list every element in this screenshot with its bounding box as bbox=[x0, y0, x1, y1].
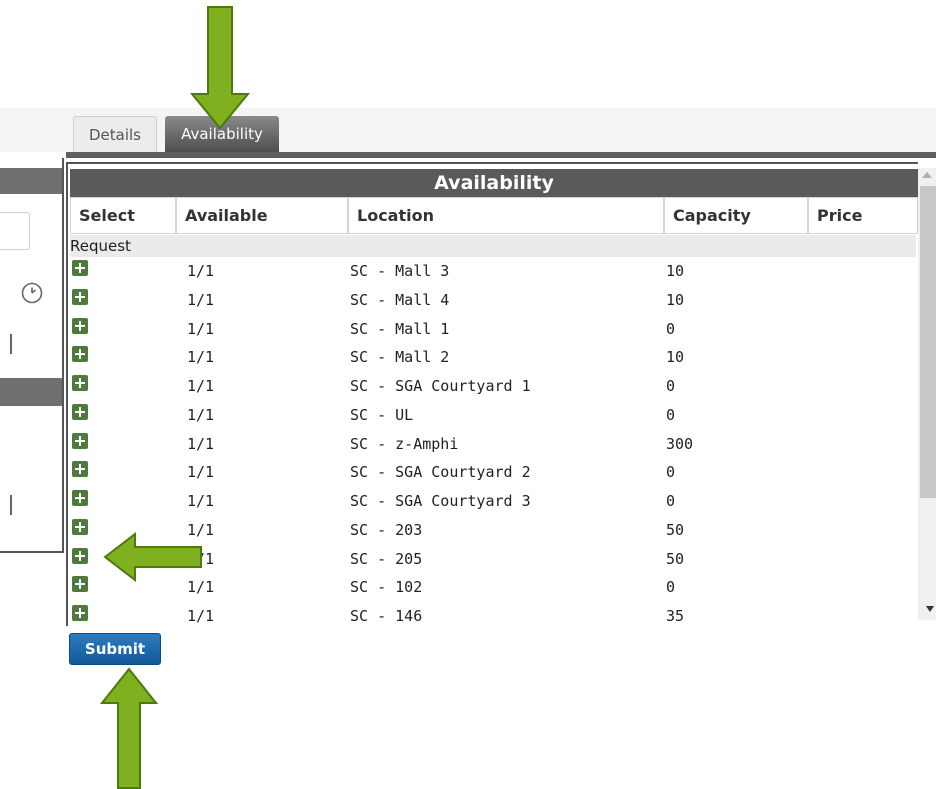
available-cell: 1/1 bbox=[187, 291, 215, 309]
plus-icon[interactable] bbox=[72, 346, 88, 362]
scroll-up-icon[interactable] bbox=[922, 172, 932, 178]
table-row: 1/1 SC - SGA Courtyard 3 0 bbox=[70, 487, 916, 515]
location-cell: SC - 146 bbox=[350, 607, 423, 625]
arrow-down-icon bbox=[190, 6, 250, 130]
table-row: 1/1 SC - SGA Courtyard 2 0 bbox=[70, 458, 916, 486]
available-cell: 1/1 bbox=[187, 406, 215, 424]
column-header-price: Price bbox=[808, 197, 918, 234]
location-cell: SC - 205 bbox=[350, 550, 423, 568]
capacity-cell: 35 bbox=[666, 607, 685, 625]
column-header-location: Location bbox=[348, 197, 664, 234]
capacity-cell: 50 bbox=[666, 550, 685, 568]
capacity-cell: 0 bbox=[666, 406, 676, 424]
arrow-left-icon bbox=[103, 532, 202, 582]
capacity-cell: 300 bbox=[666, 435, 694, 453]
available-cell: 1/1 bbox=[187, 348, 215, 366]
form-section-header bbox=[0, 378, 62, 406]
form-field-edge bbox=[10, 334, 12, 354]
available-cell: 1/1 bbox=[187, 463, 215, 481]
table-row: 1/1 SC - SGA Courtyard 1 0 bbox=[70, 372, 916, 400]
capacity-cell: 0 bbox=[666, 492, 676, 510]
request-group-label: Request bbox=[70, 237, 131, 255]
table-row: 1/1 SC - z-Amphi 300 bbox=[70, 430, 916, 458]
capacity-cell: 0 bbox=[666, 578, 676, 596]
column-header-available: Available bbox=[176, 197, 348, 234]
table-row: 1/1 SC - Mall 1 0 bbox=[70, 315, 916, 343]
location-cell: SC - SGA Courtyard 2 bbox=[350, 463, 531, 481]
location-cell: SC - SGA Courtyard 1 bbox=[350, 377, 531, 395]
plus-icon[interactable] bbox=[72, 519, 88, 535]
availability-title: Availability bbox=[70, 169, 918, 197]
table-row: 1/1 SC - Mall 2 10 bbox=[70, 343, 916, 371]
scroll-down-icon[interactable] bbox=[926, 606, 934, 612]
capacity-cell: 50 bbox=[666, 521, 685, 539]
table-header: Select Available Location Capacity Price bbox=[70, 197, 918, 234]
arrow-up-icon bbox=[100, 667, 158, 789]
capacity-cell: 0 bbox=[666, 320, 676, 338]
available-cell: 1/1 bbox=[187, 320, 215, 338]
location-cell: SC - 203 bbox=[350, 521, 423, 539]
table-row: 1/1 SC - 146 35 bbox=[70, 602, 916, 630]
table-row: 1/1 SC - UL 0 bbox=[70, 401, 916, 429]
plus-icon[interactable] bbox=[72, 318, 88, 334]
form-field-edge bbox=[10, 495, 12, 515]
submit-button[interactable]: Submit bbox=[69, 633, 161, 665]
form-input[interactable] bbox=[0, 212, 30, 250]
plus-icon[interactable] bbox=[72, 433, 88, 449]
scrollbar-thumb[interactable] bbox=[920, 186, 936, 498]
location-cell: SC - Mall 1 bbox=[350, 320, 450, 338]
capacity-cell: 10 bbox=[666, 348, 685, 366]
location-cell: SC - z-Amphi bbox=[350, 435, 459, 453]
available-cell: 1/1 bbox=[187, 435, 215, 453]
plus-icon[interactable] bbox=[72, 605, 88, 621]
plus-icon[interactable] bbox=[72, 461, 88, 477]
column-header-capacity: Capacity bbox=[664, 197, 808, 234]
available-cell: 1/1 bbox=[187, 377, 215, 395]
plus-icon[interactable] bbox=[72, 490, 88, 506]
tab-underline bbox=[66, 152, 936, 158]
capacity-cell: 10 bbox=[666, 262, 685, 280]
plus-icon[interactable] bbox=[72, 375, 88, 391]
location-cell: SC - UL bbox=[350, 406, 414, 424]
available-cell: 1/1 bbox=[187, 607, 215, 625]
capacity-cell: 0 bbox=[666, 463, 676, 481]
plus-icon[interactable] bbox=[72, 576, 88, 592]
column-header-select: Select bbox=[70, 197, 176, 234]
plus-icon[interactable] bbox=[72, 548, 88, 564]
capacity-cell: 0 bbox=[666, 377, 676, 395]
plus-icon[interactable] bbox=[72, 289, 88, 305]
location-cell: SC - 102 bbox=[350, 578, 423, 596]
capacity-cell: 10 bbox=[666, 291, 685, 309]
table-row: 1/1 SC - Mall 3 10 bbox=[70, 257, 916, 285]
location-cell: SC - Mall 3 bbox=[350, 262, 450, 280]
table-row: 1/1 SC - Mall 4 10 bbox=[70, 286, 916, 314]
available-cell: 1/1 bbox=[187, 492, 215, 510]
plus-icon[interactable] bbox=[72, 404, 88, 420]
location-cell: SC - SGA Courtyard 3 bbox=[350, 492, 531, 510]
tab-details[interactable]: Details bbox=[73, 116, 157, 152]
available-cell: 1/1 bbox=[187, 262, 215, 280]
location-cell: SC - Mall 4 bbox=[350, 291, 450, 309]
form-section-header bbox=[0, 168, 62, 194]
location-cell: SC - Mall 2 bbox=[350, 348, 450, 366]
clock-icon[interactable] bbox=[20, 281, 44, 305]
request-group-row: Request bbox=[70, 235, 916, 257]
plus-icon[interactable] bbox=[72, 260, 88, 276]
